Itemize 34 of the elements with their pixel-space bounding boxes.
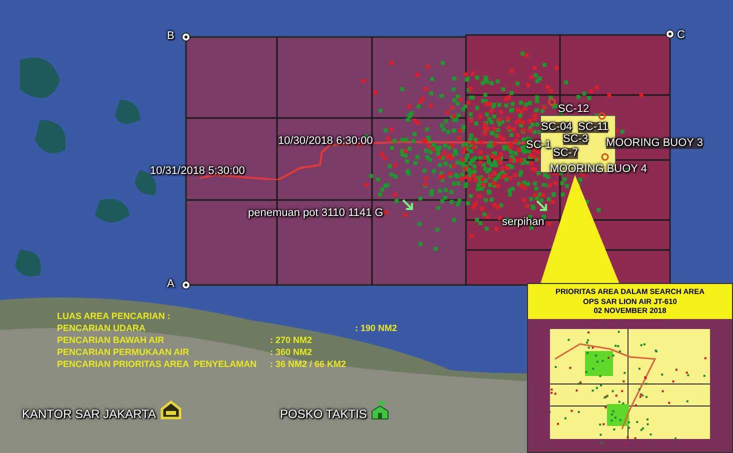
house-icon (160, 400, 182, 420)
corner-point-icon (665, 29, 675, 39)
map-label: penemuan pot 3110 1141 G (248, 208, 384, 219)
place-label: KANTOR SAR JAKARTA (22, 408, 156, 420)
summary-value: : 270 NM2 (270, 336, 312, 345)
map-label: SC-04 (541, 122, 572, 133)
corner-label: A (167, 279, 174, 290)
corner-point-icon (181, 280, 191, 290)
summary-value: : 36 NM2 / 66 KM2 (270, 360, 346, 369)
summary-label: PENCARIAN BAWAH AIR (57, 336, 166, 345)
map-label: serpihan (502, 217, 544, 228)
buoy-marker-icon (601, 153, 609, 161)
summary-title: LUAS AREA PENCARIAN : (57, 312, 172, 321)
map-label: SC-11 (578, 122, 608, 133)
summary-label: PENCARIAN PRIORITAS AREA PENYELAMAN (57, 360, 258, 369)
summary-value: : 360 NM2 (270, 348, 312, 357)
corner-label: B (167, 31, 174, 42)
summary-label: PENCARIAN PERMUKAAN AIR (57, 348, 190, 357)
map-label: MOORING BUOY 3 (606, 138, 703, 149)
summary-label: PENCARIAN UDARA (57, 324, 147, 333)
arrow-icon (402, 199, 414, 211)
buoy-marker-icon (598, 112, 606, 120)
house-flag-icon (370, 400, 389, 420)
corner-point-icon (181, 32, 191, 42)
summary-value: : 190 NM2 (355, 324, 398, 333)
arrow-icon (536, 200, 548, 212)
corner-label: C (677, 30, 685, 41)
buoy-marker-icon (548, 98, 556, 106)
map-label: SC-3 (563, 134, 588, 145)
map-label: 10/30/2018 6:30:00 (278, 136, 373, 147)
place-label: POSKO TAKTIS (280, 408, 367, 420)
map-label: SC-7 (553, 148, 578, 159)
map-label: SC-12 (558, 104, 590, 115)
map-label: SC-1 (526, 140, 552, 151)
